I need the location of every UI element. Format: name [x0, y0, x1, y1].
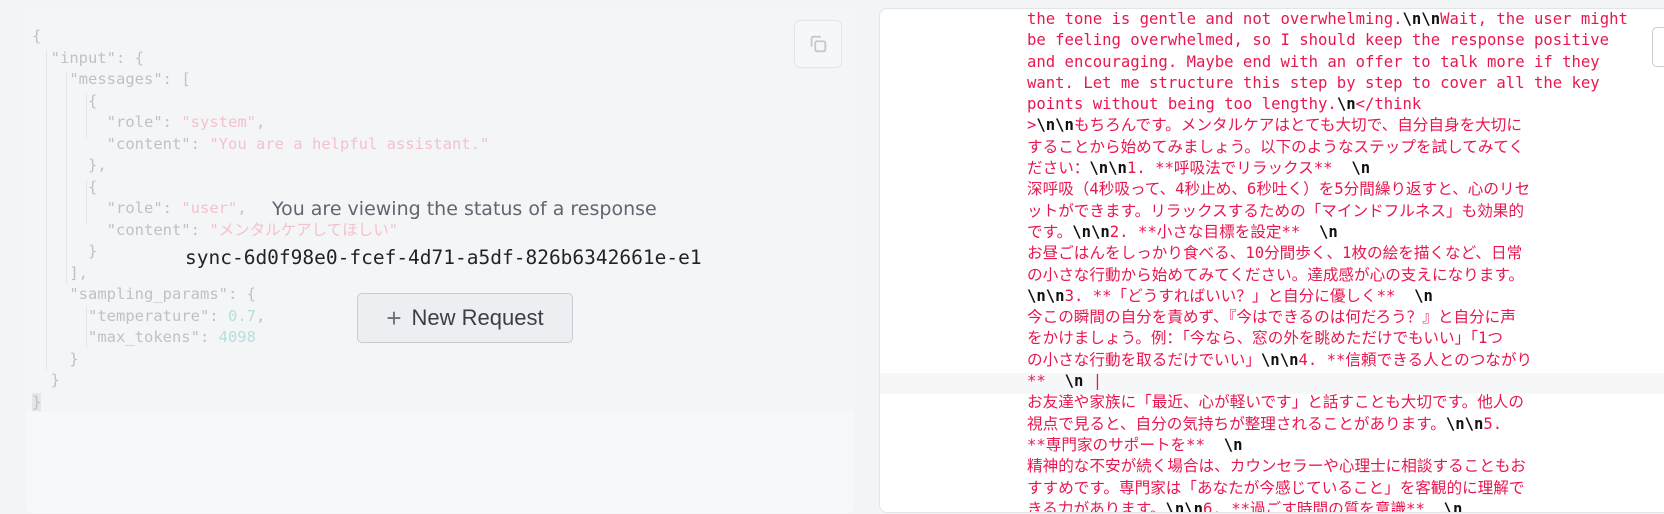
response-line: be feeling overwhelmed, so I should keep… [1027, 30, 1664, 51]
response-output[interactable]: the tone is gentle and not overwhelming.… [1027, 9, 1664, 513]
response-text-segment: きる力があります。 [1027, 499, 1166, 513]
escape-sequence: \n [1319, 222, 1338, 241]
response-text-segment: | [1083, 372, 1103, 391]
response-text-segment: 今この瞬間の自分を責めず、『今はできるのは何だろう？』と自分に声 [1027, 308, 1516, 327]
escape-sequence: \n [1351, 159, 1371, 178]
response-text-segment: want. Let me structure this step by step… [1027, 73, 1600, 92]
response-text-segment: 5. [1483, 414, 1503, 433]
response-text-segment: の小さな行動を取るだけでいい」 [1027, 350, 1261, 369]
response-line: の小さな行動から始めてみてください。達成感が心の支えになります。 [1027, 265, 1664, 286]
escape-sequence: \n [1064, 372, 1084, 391]
response-line: want. Let me structure this step by step… [1027, 73, 1664, 94]
response-line: 視点で見ると、自分の気持ちが整理されることがあります。\n\n5. [1027, 414, 1664, 435]
response-text-segment: ** [1027, 372, 1065, 391]
response-text-segment: することから始めてみましょう。以下のようなステップを試してみてく [1027, 137, 1525, 156]
response-text-segment: the tone is gentle and not overwhelming. [1027, 10, 1403, 28]
response-text-segment: 深呼吸（4秒吸って、4秒止め、6秒吐く）を5分間繰り返すと、心のリセ [1027, 180, 1531, 199]
response-text-segment: お友達や家族に「最近、心が軽いです」と話すことも大切です。他人の [1027, 393, 1524, 412]
response-line: ださい：\n\n1. **呼吸法でリラックス** \n [1027, 158, 1664, 179]
response-text-segment: points without being too lengthy. [1027, 95, 1337, 114]
request-panel: { "input": { "messages": [ { "role": "sy… [26, 8, 854, 513]
response-line: points without being too lengthy.\n</thi… [1027, 94, 1664, 115]
response-text-segment: 2. **小さな目標を設定** [1109, 222, 1320, 241]
response-line: 精神的な不安が続く場合は、カウンセラーや心理士に相談することもお [1027, 456, 1664, 477]
response-text-segment: 視点で見ると、自分の気持ちが整理されることがあります。 [1027, 414, 1446, 433]
escape-sequence: \n [1223, 435, 1243, 454]
response-text-segment: をかけましょう。例：「今なら、窓の外を眺めただけでもいい」「1つ [1027, 329, 1503, 348]
escape-sequence: \n [1336, 95, 1356, 114]
escape-sequence: \n\n [1036, 116, 1074, 135]
response-text-segment: お昼ごはんをしっかり食べる、10分間歩く、1枚の絵を描くなど、日常 [1027, 244, 1523, 263]
response-text-segment: and encouraging. Maybe end with an offer… [1027, 52, 1600, 71]
escape-sequence: \n\n [1402, 10, 1441, 28]
escape-sequence: \n\n [1165, 499, 1204, 513]
response-line: >\n\nもちろんです。メンタルケアはとても大切で、自分自身を大切に [1027, 115, 1664, 136]
escape-sequence: \n\n [1027, 286, 1065, 305]
status-message: You are viewing the status of a response [272, 198, 657, 220]
copy-button[interactable] [794, 20, 842, 68]
response-line: お昼ごはんをしっかり食べる、10分間歩く、1枚の絵を描くなど、日常 [1027, 243, 1664, 264]
new-request-button[interactable]: + New Request [357, 293, 573, 343]
response-line: 深呼吸（4秒吸って、4秒止め、6秒吐く）を5分間繰り返すと、心のリセ [1027, 179, 1664, 200]
response-panel[interactable]: the tone is gentle and not overwhelming.… [879, 8, 1664, 513]
response-line: ットができます。リラックスするための「マインドフルネス」も効果的 [1027, 201, 1664, 222]
escape-sequence: \n\n [1089, 159, 1127, 178]
response-text-segment: 4. **信頼できる人とのつながり [1298, 350, 1533, 369]
escape-sequence: \n [1443, 499, 1463, 513]
response-text-segment: </think [1355, 95, 1422, 114]
response-line: ** \n | [1027, 371, 1664, 392]
response-text-segment: 3. **「どうすればいい？」と自分に優しく** [1064, 286, 1415, 305]
copy-icon [810, 35, 827, 53]
response-text-segment: Wait, the user might [1440, 10, 1628, 28]
response-line: the tone is gentle and not overwhelming.… [1027, 9, 1664, 30]
response-line: をかけましょう。例：「今なら、窓の外を眺めただけでもいい」「1つ [1027, 328, 1664, 349]
response-text-segment: の小さな行動から始めてみてください。達成感が心の支えになります。 [1027, 265, 1524, 284]
response-text-segment: be feeling overwhelmed, so I should keep… [1027, 31, 1610, 50]
response-id: sync-6d0f98e0-fcef-4d71-a5df-826b6342661… [185, 246, 702, 269]
response-line: \n\n3. **「どうすればいい？」と自分に優しく** \n [1027, 286, 1664, 307]
plus-icon: + [386, 303, 402, 333]
response-line: and encouraging. Maybe end with an offer… [1027, 52, 1664, 73]
response-text-segment: > [1027, 116, 1037, 135]
new-request-label: New Request [411, 305, 544, 330]
response-line: の小さな行動を取るだけでいい」\n\n4. **信頼できる人とのつながり [1027, 350, 1664, 371]
response-line: お友達や家族に「最近、心が軽いです」と話すことも大切です。他人の [1027, 392, 1664, 413]
escape-sequence: \n\n [1260, 350, 1299, 369]
response-text-segment: ットができます。リラックスするための「マインドフルネス」も効果的 [1027, 201, 1524, 220]
response-text-segment: もちろんです。メンタルケアはとても大切で、自分自身を大切に [1073, 116, 1522, 135]
escape-sequence: \n\n [1072, 222, 1110, 241]
response-line: きる力があります。\n\n6. **過ごす時間の質を意識** \n [1027, 499, 1664, 513]
response-text-segment: すすめです。専門家は「あなたが今感じていること」を客観的に理解で [1027, 478, 1525, 497]
response-line: することから始めてみましょう。以下のようなステップを試してみてく [1027, 137, 1664, 158]
response-text-segment: 精神的な不安が続く場合は、カウンセラーや心理士に相談することもお [1027, 457, 1527, 476]
response-text-segment: ださい： [1027, 159, 1090, 178]
escape-sequence: \n [1414, 286, 1433, 305]
response-text-segment: 1. **呼吸法でリラックス** [1126, 159, 1352, 178]
response-text-segment: です。 [1027, 222, 1073, 241]
response-line: **専門家のサポートを** \n [1027, 435, 1664, 456]
response-text-segment: **専門家のサポートを** [1027, 435, 1224, 454]
escape-sequence: \n\n [1445, 414, 1484, 433]
response-line: すすめです。専門家は「あなたが今感じていること」を客観的に理解で [1027, 478, 1664, 499]
response-line: です。\n\n2. **小さな目標を設定** \n [1027, 222, 1664, 243]
response-text-segment: 6. **過ごす時間の質を意識** [1203, 499, 1444, 513]
panel-edge-button[interactable] [1652, 27, 1664, 67]
response-line: 今この瞬間の自分を責めず、『今はできるのは何だろう？』と自分に声 [1027, 307, 1664, 328]
